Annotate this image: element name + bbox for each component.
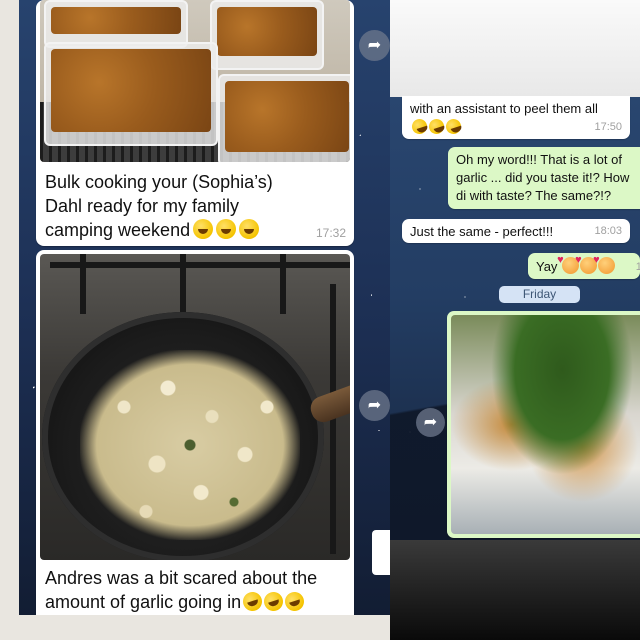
left-chat-panel: Bulk cooking your (Sophia’s) Dahl ready … <box>19 0 390 615</box>
smiling-face-with-hearts-emoji-icon <box>593 251 616 274</box>
rolling-on-floor-laughing-emoji-icon <box>240 589 265 614</box>
dahl-photo-message[interactable]: Bulk cooking your (Sophia’s) Dahl ready … <box>36 0 354 246</box>
message-timestamp: 17:32 <box>315 226 346 240</box>
incoming-message[interactable]: Just the same - perfect!!! 18:03 <box>402 219 630 243</box>
rolling-on-floor-laughing-emoji-icon <box>444 117 463 136</box>
dahl-caption: Bulk cooking your (Sophia’s) Dahl ready … <box>45 170 295 242</box>
outgoing-message[interactable]: Oh my word!!! That is a lot of garlic ..… <box>448 147 640 209</box>
grinning-face-emoji-icon <box>193 219 214 239</box>
right-chat-panel: with an assistant to peel them all 17:50… <box>390 0 640 540</box>
message-timestamp: 17:50 <box>594 121 622 133</box>
message-timestamp: 18:03 <box>594 225 622 237</box>
day-divider: Friday <box>499 286 580 303</box>
outgoing-message[interactable]: Yay 18 <box>528 251 640 279</box>
rolling-on-floor-laughing-emoji-icon <box>261 589 286 614</box>
sliced-garlic <box>80 350 300 540</box>
rolling-on-floor-laughing-emoji-icon <box>410 117 429 136</box>
rolling-on-floor-laughing-emoji-icon <box>282 589 307 614</box>
page-edge <box>372 530 390 575</box>
rolling-on-floor-laughing-emoji-icon <box>427 117 446 136</box>
garlic-caption: Andres was a bit scared about the amount… <box>45 566 345 614</box>
message-text: Just the same - perfect!!! <box>410 224 554 239</box>
message-text: with an assistant to peel them all <box>410 101 598 116</box>
dahl-container <box>44 0 188 48</box>
message-timestamp: 18 <box>635 261 640 273</box>
forward-arrow-icon[interactable]: ➦ <box>416 408 445 437</box>
garlic-pan-photo[interactable] <box>40 254 350 560</box>
forward-arrow-icon[interactable]: ➦ <box>359 390 390 421</box>
dahl-container <box>210 0 324 70</box>
dahl-photo[interactable] <box>40 0 350 162</box>
grinning-face-emoji-icon <box>216 219 237 239</box>
dahl-container <box>44 42 218 146</box>
outgoing-photo-message[interactable]: 20 <box>447 311 640 538</box>
incoming-message[interactable]: with an assistant to peel them all 17:50 <box>402 96 630 139</box>
bottom-bar <box>390 540 640 640</box>
message-text: Oh my word!!! That is a lot of garlic ..… <box>456 152 630 203</box>
dahl-container <box>218 74 350 162</box>
message-text: Yay <box>536 259 558 274</box>
garlic-photo-message[interactable]: Andres was a bit scared about the amount… <box>36 250 354 615</box>
forward-arrow-icon[interactable]: ➦ <box>359 30 390 61</box>
food-photo[interactable] <box>451 315 640 534</box>
chat-header <box>390 0 640 97</box>
grinning-face-emoji-icon <box>239 219 260 239</box>
